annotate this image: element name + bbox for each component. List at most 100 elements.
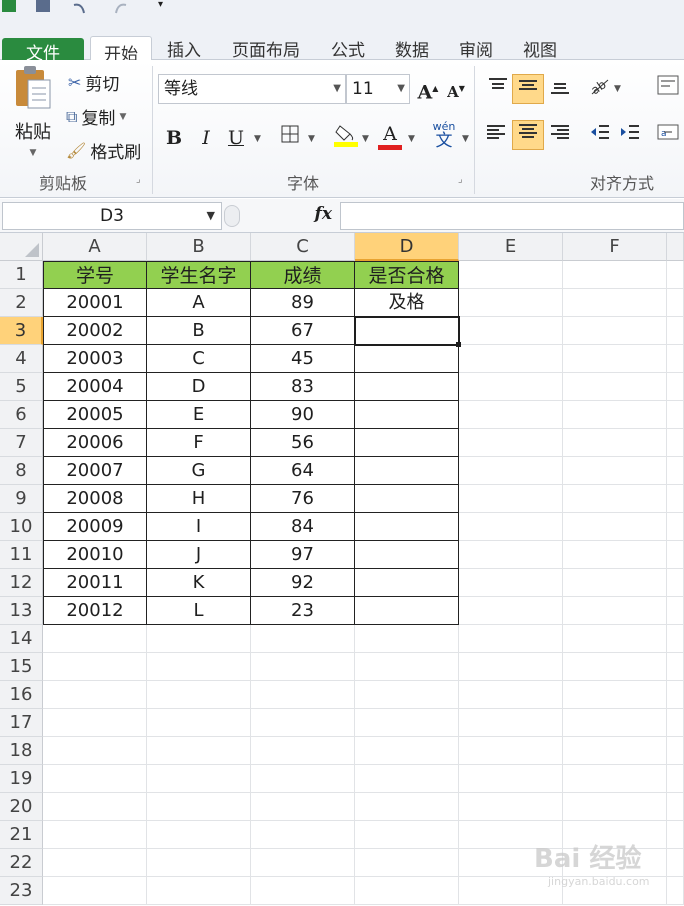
- name-box-dropdown-icon[interactable]: ▼: [207, 203, 215, 229]
- table-cell[interactable]: 20004: [43, 373, 147, 401]
- cell[interactable]: [251, 821, 355, 849]
- cut-button[interactable]: ✂ 剪切: [68, 70, 119, 95]
- table-cell[interactable]: [355, 485, 459, 513]
- cell[interactable]: [459, 569, 563, 597]
- save-icon[interactable]: [36, 0, 50, 12]
- cell[interactable]: [563, 485, 667, 513]
- cell[interactable]: [355, 681, 459, 709]
- cell[interactable]: [459, 541, 563, 569]
- cell[interactable]: [251, 681, 355, 709]
- insert-function-icon[interactable]: fx: [315, 204, 332, 224]
- table-cell[interactable]: 56: [251, 429, 355, 457]
- formula-input[interactable]: [340, 202, 684, 230]
- align-left-button[interactable]: [482, 122, 510, 150]
- cell[interactable]: [563, 709, 667, 737]
- cell[interactable]: [459, 289, 563, 317]
- table-cell[interactable]: [355, 513, 459, 541]
- row-header-6[interactable]: 6: [0, 401, 43, 429]
- row-header-14[interactable]: 14: [0, 625, 43, 653]
- cell[interactable]: [667, 597, 684, 625]
- cell[interactable]: [667, 737, 684, 765]
- fill-color-dropdown-icon[interactable]: ▼: [362, 134, 369, 144]
- cell[interactable]: [459, 345, 563, 373]
- cell[interactable]: [667, 345, 684, 373]
- cell[interactable]: [459, 457, 563, 485]
- shrink-font-button[interactable]: A▼: [442, 74, 470, 102]
- table-cell[interactable]: 20006: [43, 429, 147, 457]
- table-cell[interactable]: 76: [251, 485, 355, 513]
- cell[interactable]: [355, 625, 459, 653]
- table-cell[interactable]: [355, 429, 459, 457]
- cell[interactable]: [667, 289, 684, 317]
- cell[interactable]: [251, 765, 355, 793]
- cell[interactable]: [563, 401, 667, 429]
- table-cell[interactable]: 20010: [43, 541, 147, 569]
- table-cell[interactable]: [355, 401, 459, 429]
- cell[interactable]: [251, 737, 355, 765]
- table-cell[interactable]: 20001: [43, 289, 147, 317]
- format-painter-button[interactable]: 🖌 格式刷: [66, 138, 141, 163]
- undo-icon[interactable]: [70, 0, 88, 14]
- cell[interactable]: [251, 793, 355, 821]
- row-header-1[interactable]: 1: [0, 261, 43, 289]
- row-header-4[interactable]: 4: [0, 345, 43, 373]
- table-cell[interactable]: 20008: [43, 485, 147, 513]
- font-color-button[interactable]: A: [376, 120, 404, 150]
- table-cell[interactable]: 67: [251, 317, 355, 345]
- underline-button[interactable]: U: [222, 124, 250, 152]
- cell[interactable]: [43, 849, 147, 877]
- cell[interactable]: [355, 653, 459, 681]
- cell[interactable]: [563, 373, 667, 401]
- worksheet-grid[interactable]: A B C D E F 1 2 3 4 5 6 7 8 9 10 11 12 13 14 15 16 17 18 19 20 21 2…: [0, 233, 684, 906]
- increase-indent-button[interactable]: [616, 122, 644, 150]
- table-cell[interactable]: E: [147, 401, 251, 429]
- copy-dropdown-arrow[interactable]: ▼: [119, 112, 126, 122]
- row-header-2[interactable]: 2: [0, 289, 43, 317]
- table-cell[interactable]: B: [147, 317, 251, 345]
- table-cell[interactable]: [355, 569, 459, 597]
- cell[interactable]: [667, 849, 684, 877]
- table-header-cell[interactable]: 学号: [43, 261, 147, 289]
- table-cell[interactable]: D: [147, 373, 251, 401]
- cell[interactable]: [667, 513, 684, 541]
- orientation-dropdown-icon[interactable]: ▼: [614, 84, 621, 94]
- fill-handle[interactable]: [456, 342, 461, 347]
- cell[interactable]: [459, 485, 563, 513]
- cell[interactable]: [563, 261, 667, 289]
- table-cell[interactable]: J: [147, 541, 251, 569]
- formula-divider-handle[interactable]: [224, 205, 240, 227]
- cell[interactable]: [459, 317, 563, 345]
- row-header-9[interactable]: 9: [0, 485, 43, 513]
- cell[interactable]: [147, 653, 251, 681]
- phonetic-guide-button[interactable]: wén 文: [428, 120, 460, 150]
- row-header-8[interactable]: 8: [0, 457, 43, 485]
- cell[interactable]: [459, 653, 563, 681]
- column-header-e[interactable]: E: [459, 233, 563, 261]
- cell[interactable]: [459, 429, 563, 457]
- row-header-23[interactable]: 23: [0, 877, 43, 905]
- cell[interactable]: [147, 765, 251, 793]
- redo-icon[interactable]: [112, 0, 130, 14]
- selected-cell[interactable]: [354, 316, 460, 346]
- cell[interactable]: [667, 681, 684, 709]
- cell[interactable]: [355, 849, 459, 877]
- cell[interactable]: [459, 401, 563, 429]
- cell[interactable]: [147, 877, 251, 905]
- table-cell[interactable]: 64: [251, 457, 355, 485]
- table-cell[interactable]: [355, 457, 459, 485]
- font-name-combo[interactable]: 等线 ▼: [158, 74, 346, 104]
- grow-font-button[interactable]: A▲: [414, 74, 442, 103]
- align-right-button[interactable]: [546, 122, 574, 150]
- cell[interactable]: [43, 681, 147, 709]
- align-top-button[interactable]: [484, 76, 512, 104]
- cell[interactable]: [147, 737, 251, 765]
- cell[interactable]: [667, 457, 684, 485]
- cell[interactable]: [355, 737, 459, 765]
- row-header-18[interactable]: 18: [0, 737, 43, 765]
- cell[interactable]: [563, 681, 667, 709]
- cell[interactable]: [563, 737, 667, 765]
- select-all-button[interactable]: [0, 233, 43, 261]
- cell[interactable]: [563, 569, 667, 597]
- table-cell[interactable]: 20002: [43, 317, 147, 345]
- row-header-13[interactable]: 13: [0, 597, 43, 625]
